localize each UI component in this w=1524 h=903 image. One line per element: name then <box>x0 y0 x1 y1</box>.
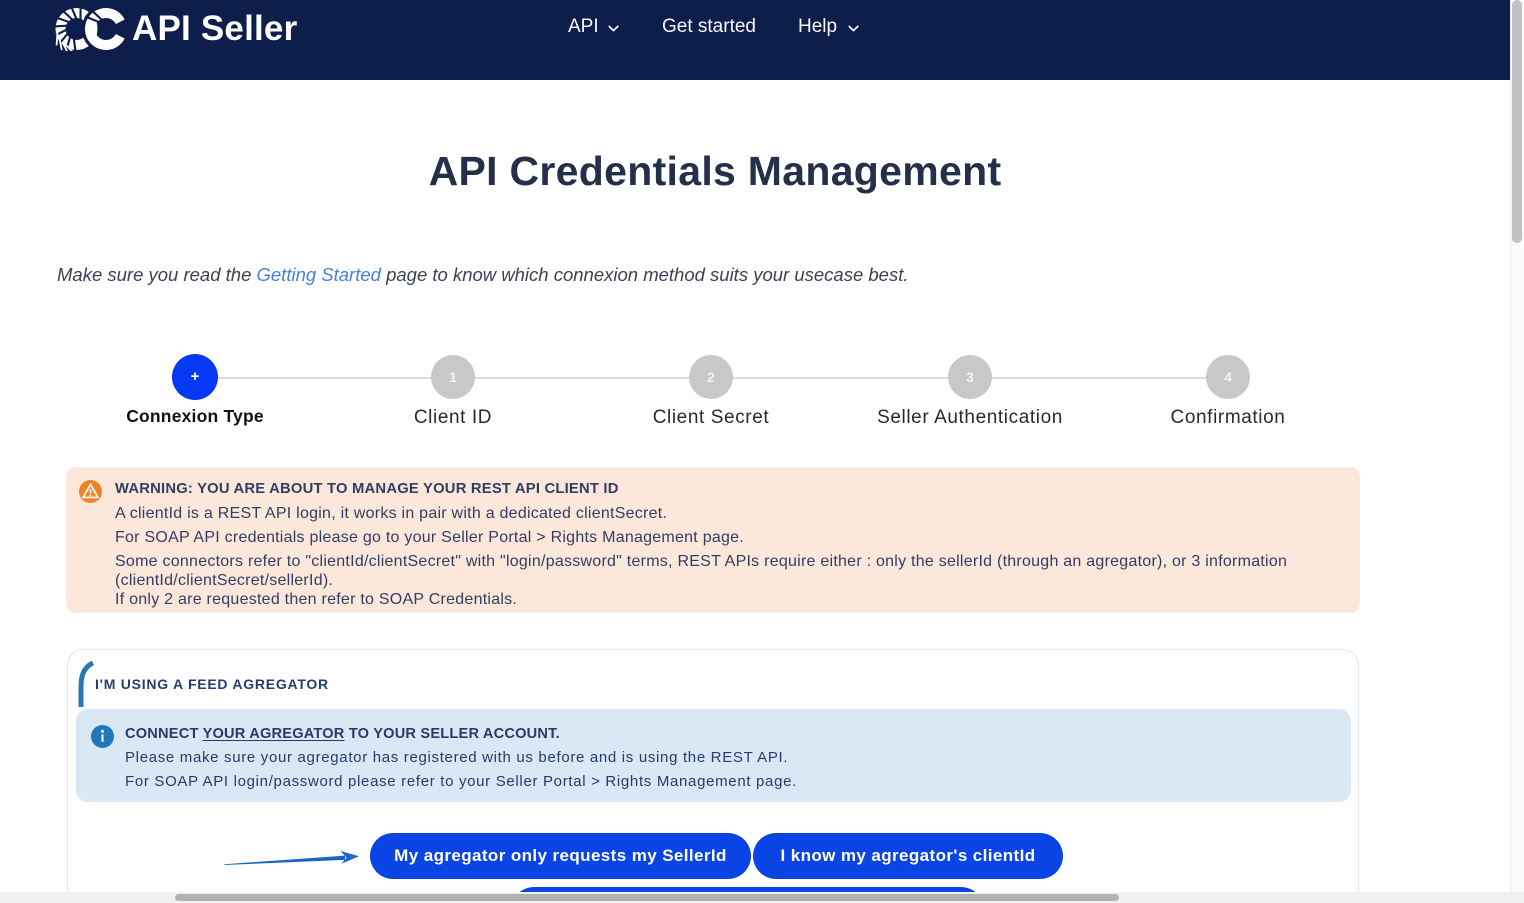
info-text: CONNECT YOUR AGREGATOR TO YOUR SELLER AC… <box>125 722 797 794</box>
step-label: Connexion Type <box>65 406 325 427</box>
info-banner: CONNECT YOUR AGREGATOR TO YOUR SELLER AC… <box>76 709 1351 802</box>
octopia-logo-icon[interactable] <box>55 7 128 51</box>
step-client-id: 1 Client ID <box>323 355 583 429</box>
top-nav-bar: API Seller API Get started Help <box>0 0 1510 80</box>
info-line: For SOAP API login/password please refer… <box>125 770 797 794</box>
scrollbar-corner <box>1510 892 1524 903</box>
warning-text: WARNING: YOU ARE ABOUT TO MANAGE YOUR RE… <box>115 480 1317 614</box>
step-marker: 1 <box>431 355 475 399</box>
info-icon <box>91 725 114 748</box>
info-title: CONNECT YOUR AGREGATOR TO YOUR SELLER AC… <box>125 722 797 746</box>
info-title-post: TO YOUR SELLER ACCOUNT. <box>345 726 560 742</box>
your-agregator-underline: YOUR AGREGATOR <box>203 726 345 742</box>
step-client-secret: 2 Client Secret <box>581 355 841 429</box>
agregator-sellerid-button[interactable]: My agregator only requests my SellerId <box>370 833 751 879</box>
warning-line: Some connectors refer to "clientId/clien… <box>115 552 1317 609</box>
warning-line-connectors: Some connectors refer to "clientId/clien… <box>115 553 1287 589</box>
warning-title: WARNING: YOU ARE ABOUT TO MANAGE YOUR RE… <box>115 480 1317 499</box>
step-label: Seller Authentication <box>840 407 1100 429</box>
info-line: Please make sure your agregator has regi… <box>125 746 797 770</box>
warning-line-soap: If only 2 are requested then refer to SO… <box>115 591 517 608</box>
step-marker: 2 <box>689 355 733 399</box>
warning-icon <box>79 480 102 503</box>
intro-text-post: page to know which connexion method suit… <box>381 264 909 285</box>
step-seller-authentication: 3 Seller Authentication <box>840 355 1100 429</box>
step-label: Client ID <box>323 407 583 429</box>
card-title: I'M USING A FEED AGREGATOR <box>95 676 329 692</box>
step-marker-active: + <box>172 354 218 400</box>
annotation-arrow-icon <box>222 848 362 868</box>
nav-item-help[interactable]: Help <box>798 16 837 38</box>
nav-item-get-started[interactable]: Get started <box>662 16 756 38</box>
getting-started-link[interactable]: Getting Started <box>257 264 381 285</box>
step-marker: 4 <box>1206 355 1250 399</box>
step-marker: 3 <box>948 355 992 399</box>
nav-item-api[interactable]: API <box>568 16 599 38</box>
step-confirmation: 4 Confirmation <box>1098 355 1358 429</box>
vertical-scrollbar-thumb[interactable] <box>1512 0 1522 243</box>
agregator-clientid-button[interactable]: I know my agregator's clientId <box>753 833 1063 879</box>
warning-line: A clientId is a REST API login, it works… <box>115 504 1317 523</box>
main-content: API Credentials Management Make sure you… <box>0 80 1510 892</box>
horizontal-scrollbar-thumb[interactable] <box>175 894 1119 901</box>
info-title-pre: CONNECT <box>125 726 203 742</box>
intro-text: Make sure you read the Getting Started p… <box>57 264 909 286</box>
warning-banner: WARNING: YOU ARE ABOUT TO MANAGE YOUR RE… <box>66 467 1360 613</box>
page-title: API Credentials Management <box>429 148 1002 195</box>
brand-title[interactable]: API Seller <box>132 8 297 50</box>
chevron-down-icon <box>606 21 621 36</box>
step-label: Client Secret <box>581 407 841 429</box>
step-label: Confirmation <box>1098 407 1358 429</box>
warning-line: For SOAP API credentials please go to yo… <box>115 528 1317 547</box>
page: API Seller API Get started Help API Cred… <box>0 0 1524 903</box>
intro-text-pre: Make sure you read the <box>57 264 257 285</box>
chevron-down-icon <box>846 21 861 36</box>
step-connexion-type: + Connexion Type <box>65 354 325 427</box>
